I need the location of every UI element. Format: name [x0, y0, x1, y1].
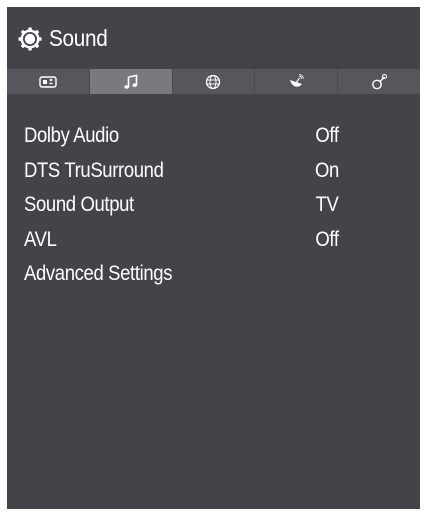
settings-tools-icon	[371, 73, 388, 91]
globe-icon	[205, 74, 221, 90]
music-note-icon	[123, 74, 139, 90]
setting-advanced-settings[interactable]: Advanced Settings	[7, 257, 420, 292]
setting-label: Dolby Audio	[24, 124, 119, 147]
setting-value: On	[315, 158, 339, 182]
sound-menu-panel: Sound Dolby Audio Off DTS TruSurround On…	[7, 7, 420, 509]
setting-value: Off	[315, 124, 339, 147]
setting-avl[interactable]: AVL Off	[7, 223, 420, 258]
setting-label: AVL	[24, 227, 57, 251]
tab-picture[interactable]	[7, 69, 90, 94]
tab-network[interactable]	[173, 69, 256, 94]
setting-label: DTS TruSurround	[24, 158, 164, 182]
tab-sound[interactable]	[89, 69, 173, 94]
gear-icon	[18, 27, 42, 51]
satellite-dish-icon	[287, 73, 305, 90]
menu-header: Sound	[7, 7, 420, 67]
category-tabbar	[7, 69, 420, 94]
setting-dolby-audio[interactable]: Dolby Audio Off	[7, 119, 420, 154]
setting-value: Off	[315, 227, 339, 251]
setting-sound-output[interactable]: Sound Output TV	[7, 188, 420, 223]
sound-settings-list: Dolby Audio Off DTS TruSurround On Sound…	[7, 119, 420, 292]
tab-channels[interactable]	[255, 69, 339, 94]
setting-dts-trusurround[interactable]: DTS TruSurround On	[7, 154, 420, 189]
setting-value: TV	[315, 193, 339, 216]
picture-icon	[39, 75, 57, 88]
setting-label: Sound Output	[24, 193, 134, 216]
setting-label: Advanced Settings	[24, 262, 173, 285]
page-title: Sound	[49, 25, 108, 51]
tab-settings[interactable]	[338, 69, 420, 94]
